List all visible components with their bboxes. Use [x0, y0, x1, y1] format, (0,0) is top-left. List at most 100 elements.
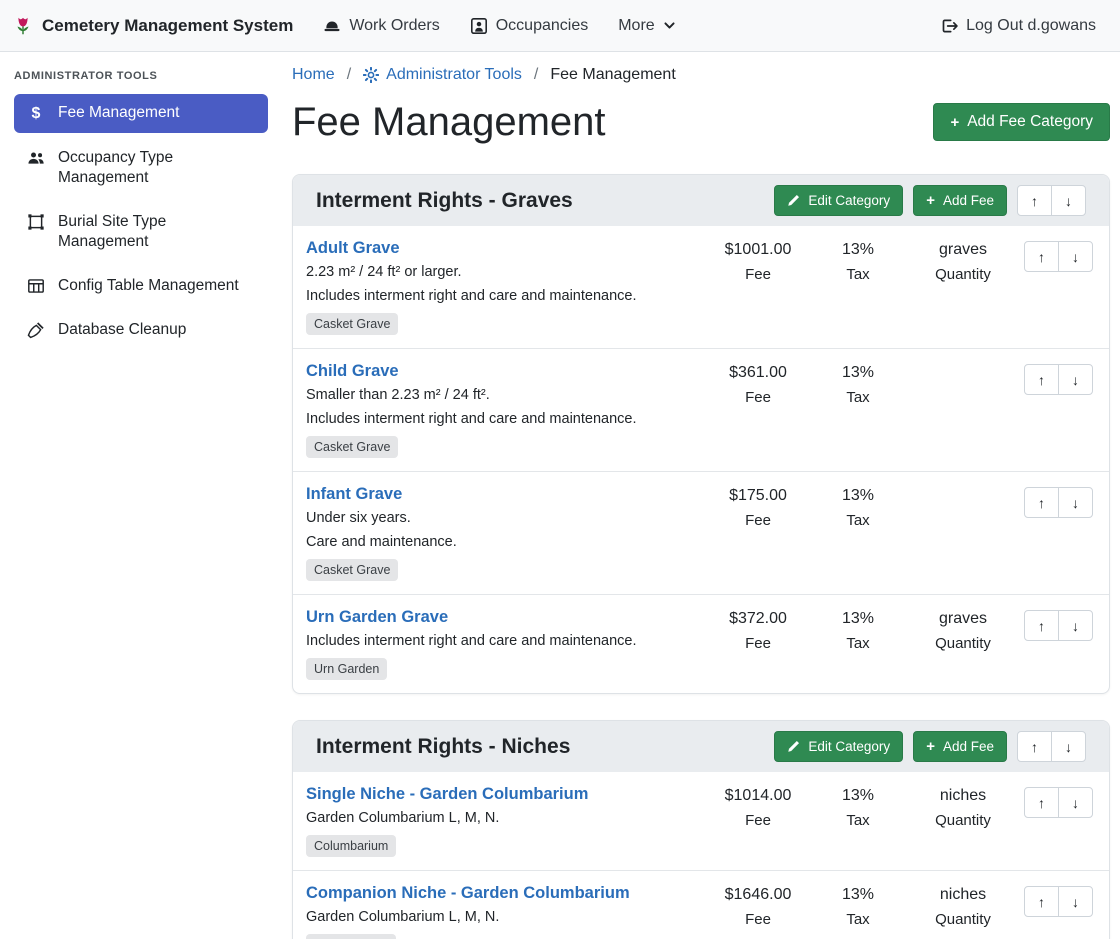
add-fee-category-button[interactable]: + Add Fee Category	[933, 103, 1110, 141]
nav-more[interactable]: More	[618, 17, 675, 35]
fee-description: Smaller than 2.23 m² / 24 ft².	[306, 386, 693, 405]
fee-tax-label: Tax	[813, 812, 903, 829]
nav-more-label: More	[618, 17, 654, 35]
edit-category-button[interactable]: Edit Category	[774, 731, 903, 762]
fee-reorder-group: ↑ ↓	[1024, 364, 1093, 395]
sidebar-item-label: Config Table Management	[58, 276, 239, 296]
fee-description: Care and maintenance.	[306, 533, 693, 552]
fee-categories: Interment Rights - Graves Edit Category …	[292, 174, 1110, 939]
move-fee-up-button[interactable]: ↑	[1024, 241, 1059, 272]
fee-name-link[interactable]: Urn Garden Grave	[306, 608, 448, 627]
fee-reorder-group: ↑ ↓	[1024, 610, 1093, 641]
fee-category-header: Interment Rights - Niches Edit Category …	[293, 721, 1109, 772]
add-fee-category-label: Add Fee Category	[967, 113, 1093, 131]
fee-tax: 13%	[813, 364, 903, 382]
fee-name-link[interactable]: Infant Grave	[306, 485, 402, 504]
breadcrumb-home-link[interactable]: Home	[292, 66, 335, 84]
fee-reorder-group: ↑ ↓	[1024, 886, 1093, 917]
fee-row: Child Grave Smaller than 2.23 m² / 24 ft…	[293, 349, 1109, 472]
app-logo-tulip-icon	[12, 15, 34, 37]
fee-tax-label: Tax	[813, 389, 903, 406]
fee-tax: 13%	[813, 610, 903, 628]
edit-category-label: Edit Category	[808, 193, 890, 208]
fee-amount: $372.00	[703, 610, 813, 628]
nav-occupancies[interactable]: Occupancies	[470, 17, 589, 35]
logout-link[interactable]: Log Out d.gowans	[940, 17, 1096, 35]
move-fee-down-button[interactable]: ↓	[1058, 364, 1093, 395]
fee-quantity-label: Quantity	[903, 911, 1023, 928]
move-category-up-button[interactable]: ↑	[1017, 731, 1052, 762]
fee-reorder-group: ↑ ↓	[1024, 241, 1093, 272]
fee-quantity-label: Quantity	[903, 635, 1023, 652]
plus-icon: +	[950, 115, 959, 130]
sidebar-item-fee-management[interactable]: $ Fee Management	[14, 94, 268, 133]
arrow-up-icon: ↑	[1038, 495, 1045, 511]
edit-category-button[interactable]: Edit Category	[774, 185, 903, 216]
move-fee-up-button[interactable]: ↑	[1024, 364, 1059, 395]
fee-name-link[interactable]: Single Niche - Garden Columbarium	[306, 785, 588, 804]
sidebar-item-burial-site-type-management[interactable]: Burial Site Type Management	[14, 203, 268, 261]
arrow-up-icon: ↑	[1038, 372, 1045, 388]
add-fee-button[interactable]: + Add Fee	[913, 185, 1007, 216]
sidebar-item-label: Burial Site Type Management	[58, 212, 256, 252]
move-fee-down-button[interactable]: ↓	[1058, 241, 1093, 272]
fee-tax: 13%	[813, 487, 903, 505]
sidebar-item-database-cleanup[interactable]: Database Cleanup	[14, 311, 268, 349]
fee-amount-label: Fee	[703, 635, 813, 652]
fee-amount-label: Fee	[703, 389, 813, 406]
fee-tax: 13%	[813, 241, 903, 259]
fee-amount: $361.00	[703, 364, 813, 382]
fee-row: Urn Garden Grave Includes interment righ…	[293, 595, 1109, 693]
fee-name-link[interactable]: Adult Grave	[306, 239, 400, 258]
fee-category-header: Interment Rights - Graves Edit Category …	[293, 175, 1109, 226]
fee-amount-label: Fee	[703, 512, 813, 529]
nav-work-orders[interactable]: Work Orders	[323, 17, 439, 35]
move-fee-down-button[interactable]: ↓	[1058, 610, 1093, 641]
move-category-down-button[interactable]: ↓	[1051, 731, 1086, 762]
arrow-up-icon: ↑	[1038, 894, 1045, 910]
people-icon	[26, 149, 46, 167]
fee-category-card: Interment Rights - Niches Edit Category …	[292, 720, 1110, 939]
add-fee-label: Add Fee	[943, 193, 994, 208]
main-content: Home / Administrator Tools	[280, 52, 1120, 939]
fee-amount-label: Fee	[703, 812, 813, 829]
arrow-up-icon: ↑	[1038, 618, 1045, 634]
dollar-icon: $	[26, 104, 46, 124]
fee-amount: $175.00	[703, 487, 813, 505]
person-frame-icon	[470, 17, 488, 35]
fee-type-badge: Casket Grave	[306, 313, 398, 335]
main-nav: Work Orders Occupancies More	[323, 17, 705, 35]
sidebar-item-occupancy-type-management[interactable]: Occupancy Type Management	[14, 139, 268, 197]
fee-type-badge: Columbarium	[306, 835, 396, 857]
move-fee-up-button[interactable]: ↑	[1024, 487, 1059, 518]
arrow-down-icon: ↓	[1072, 495, 1079, 511]
hardhat-icon	[323, 17, 341, 35]
move-category-down-button[interactable]: ↓	[1051, 185, 1086, 216]
add-fee-label: Add Fee	[943, 739, 994, 754]
fee-description: Includes interment right and care and ma…	[306, 410, 693, 429]
move-fee-down-button[interactable]: ↓	[1058, 487, 1093, 518]
move-category-up-button[interactable]: ↑	[1017, 185, 1052, 216]
move-fee-up-button[interactable]: ↑	[1024, 886, 1059, 917]
logout-label: Log Out d.gowans	[966, 17, 1096, 35]
breadcrumb-admin-tools-label: Administrator Tools	[386, 66, 522, 84]
move-fee-up-button[interactable]: ↑	[1024, 787, 1059, 818]
page-title: Fee Management	[292, 98, 606, 146]
fee-tax-label: Tax	[813, 512, 903, 529]
breadcrumb-admin-tools-link[interactable]: Administrator Tools	[363, 66, 522, 84]
move-fee-down-button[interactable]: ↓	[1058, 886, 1093, 917]
sidebar-item-config-table-management[interactable]: Config Table Management	[14, 267, 268, 305]
fee-name-link[interactable]: Companion Niche - Garden Columbarium	[306, 884, 630, 903]
arrow-down-icon: ↓	[1072, 618, 1079, 634]
gear-icon	[363, 67, 379, 83]
fee-quantity: niches	[903, 787, 1023, 805]
broom-icon	[26, 321, 46, 339]
fee-row: Companion Niche - Garden Columbarium Gar…	[293, 871, 1109, 939]
nav-occupancies-label: Occupancies	[496, 17, 589, 35]
move-fee-down-button[interactable]: ↓	[1058, 787, 1093, 818]
table-icon	[26, 277, 46, 295]
fee-tax-label: Tax	[813, 635, 903, 652]
add-fee-button[interactable]: + Add Fee	[913, 731, 1007, 762]
fee-name-link[interactable]: Child Grave	[306, 362, 399, 381]
move-fee-up-button[interactable]: ↑	[1024, 610, 1059, 641]
